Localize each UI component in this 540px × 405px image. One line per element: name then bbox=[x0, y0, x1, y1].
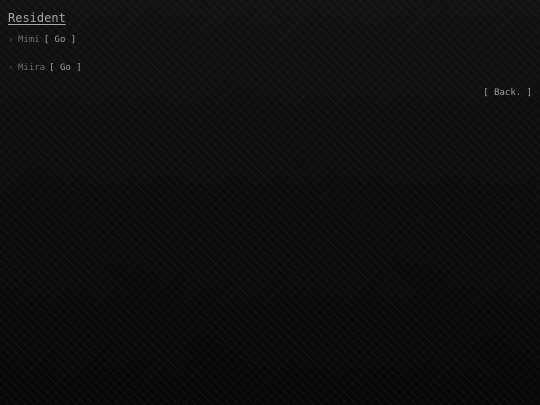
go-button-open-bracket: [ bbox=[49, 63, 55, 73]
choice-name: Mimi bbox=[18, 35, 40, 45]
choice-row: › Miira [ Go ] bbox=[8, 62, 82, 74]
choice-name: Miira bbox=[18, 63, 46, 73]
go-button[interactable]: [ Go ] bbox=[44, 34, 77, 46]
go-button-close-bracket: ] bbox=[70, 35, 77, 45]
go-button-close-bracket: ] bbox=[76, 63, 82, 73]
back-button-open-bracket: [ bbox=[483, 88, 489, 98]
back-button[interactable]: [ Back. ] bbox=[483, 87, 532, 99]
back-button-label: Back. bbox=[494, 88, 522, 98]
game-screen: Resident › Mimi [ Go ] › Miira [ Go ] [ … bbox=[0, 0, 540, 405]
go-button[interactable]: [ Go ] bbox=[49, 62, 82, 74]
chevron-right-icon: › bbox=[8, 63, 14, 73]
go-button-label: Go bbox=[54, 35, 66, 45]
go-button-label: Go bbox=[59, 63, 71, 73]
screen-title: Resident bbox=[8, 11, 66, 25]
back-button-close-bracket: ] bbox=[526, 88, 532, 98]
go-button-open-bracket: [ bbox=[43, 35, 50, 45]
chevron-right-icon: › bbox=[8, 35, 14, 45]
choice-row: › Mimi [ Go ] bbox=[8, 34, 76, 46]
